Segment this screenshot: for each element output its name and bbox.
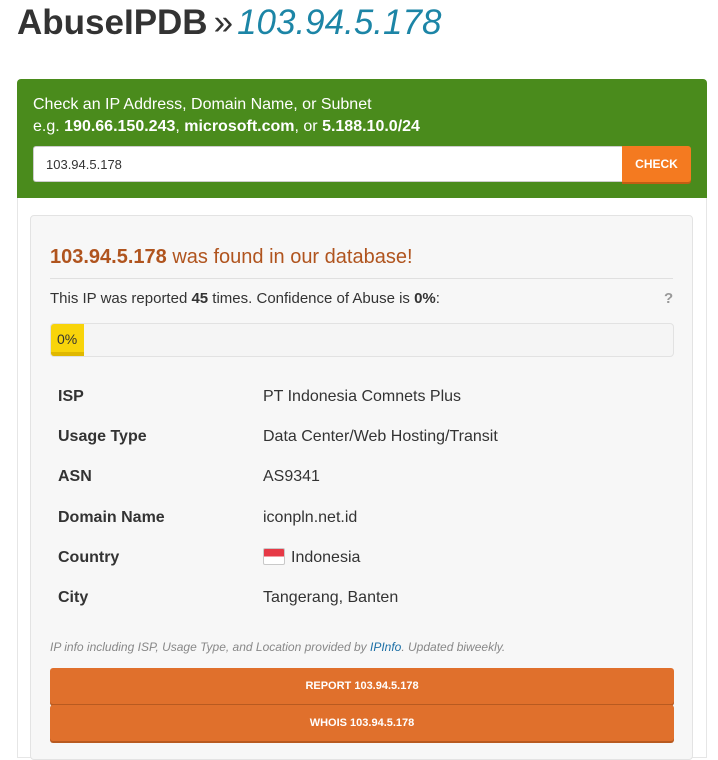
country-value: Indonesia <box>291 549 361 567</box>
indonesia-flag-icon <box>263 548 285 566</box>
found-heading: 103.94.5.178 was found in our database! <box>50 245 413 269</box>
city-label: City <box>58 589 89 607</box>
asn-label: ASN <box>58 468 92 486</box>
attribution-prefix: IP info including ISP, Usage Type, and L… <box>50 640 370 654</box>
table-row: Domain Name iconpln.net.id <box>50 498 674 538</box>
table-row: ISP PT Indonesia Comnets Plus <box>50 377 674 417</box>
found-suffix: was found in our database! <box>166 246 413 268</box>
check-instructions: Check an IP Address, Domain Name, or Sub… <box>33 96 372 113</box>
domain-name-value: iconpln.net.id <box>263 508 358 526</box>
check-examples: e.g. 190.66.150.243, microsoft.com, or 5… <box>33 117 420 137</box>
example-subnet: 5.188.10.0/24 <box>322 118 420 135</box>
domain-name-label: Domain Name <box>58 508 165 526</box>
ip-search-input[interactable] <box>33 146 622 182</box>
check-ip-panel: Check an IP Address, Domain Name, or Sub… <box>17 79 707 198</box>
confidence-progress: 0% <box>50 323 674 357</box>
isp-label: ISP <box>58 388 84 406</box>
asn-value: AS9341 <box>263 468 320 486</box>
report-ip-button[interactable]: REPORT 103.94.5.178 <box>50 668 674 704</box>
confidence-progress-label: 0% <box>57 331 78 347</box>
help-icon[interactable]: ? <box>664 290 673 308</box>
example-comma: , <box>175 118 185 135</box>
check-button[interactable]: CHECK <box>622 146 691 182</box>
breadcrumb-separator: » <box>213 3 234 42</box>
example-or: , or <box>294 118 323 135</box>
city-value: Tangerang, Banten <box>263 589 399 607</box>
country-cell: Indonesia <box>263 538 674 578</box>
table-row: Country Indonesia <box>50 538 674 578</box>
report-count: 45 <box>191 290 209 307</box>
table-row: Usage Type Data Center/Web Hosting/Trans… <box>50 417 674 457</box>
confidence-value: 0% <box>414 290 436 307</box>
isp-value: PT Indonesia Comnets Plus <box>263 388 462 406</box>
summary-suffix: : <box>435 290 440 307</box>
report-summary: This IP was reported 45 times. Confidenc… <box>50 290 440 308</box>
header-ip-address: 103.94.5.178 <box>237 3 442 42</box>
table-row: ASN AS9341 <box>50 457 674 497</box>
usage-type-value: Data Center/Web Hosting/Transit <box>263 428 498 446</box>
example-prefix: e.g. <box>33 118 65 135</box>
page-title: AbuseIPDB» 103.94.5.178 <box>17 2 441 44</box>
ipinfo-link[interactable]: IPInfo <box>370 640 401 654</box>
country-label: Country <box>58 548 120 566</box>
attribution-suffix: . Updated biweekly. <box>401 640 506 654</box>
ip-info-table: ISP PT Indonesia Comnets Plus Usage Type… <box>50 377 674 618</box>
whois-button[interactable]: WHOIS 103.94.5.178 <box>50 705 674 741</box>
found-ip: 103.94.5.178 <box>50 246 167 268</box>
ipinfo-attribution: IP info including ISP, Usage Type, and L… <box>50 639 505 655</box>
brand-name[interactable]: AbuseIPDB <box>17 3 208 42</box>
summary-middle: times. Confidence of Abuse is <box>208 290 415 307</box>
usage-type-label: Usage Type <box>58 428 147 446</box>
example-ip: 190.66.150.243 <box>64 118 176 135</box>
summary-prefix: This IP was reported <box>50 290 192 307</box>
divider <box>50 278 673 279</box>
table-row: City Tangerang, Banten <box>50 578 674 618</box>
example-domain: microsoft.com <box>184 118 295 135</box>
